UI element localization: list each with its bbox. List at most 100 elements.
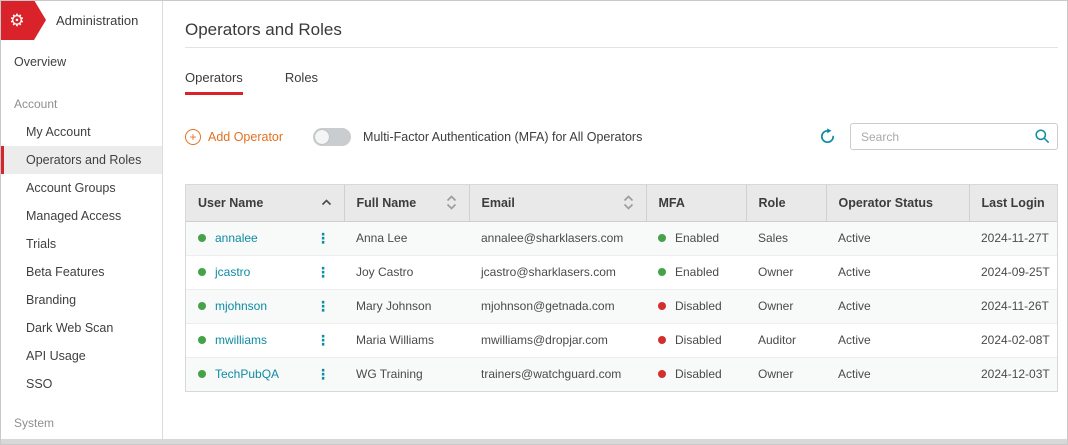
email-cell: mjohnson@getnada.com xyxy=(469,289,646,323)
refresh-button[interactable] xyxy=(819,128,836,145)
username-link[interactable]: mwilliams xyxy=(215,333,267,347)
username-link[interactable]: annalee xyxy=(215,231,258,245)
kebab-menu-icon[interactable]: ⋮ xyxy=(316,333,332,347)
column-header-user-name[interactable]: User Name xyxy=(186,185,344,221)
mfa-status-label: Disabled xyxy=(675,367,722,381)
user-name-cell: jcastro ⋮ xyxy=(186,255,344,289)
username-link[interactable]: jcastro xyxy=(215,265,250,279)
logo-flag-shape xyxy=(34,0,46,40)
operator-status-cell: Active xyxy=(826,357,969,391)
user-name-cell: TechPubQA ⋮ xyxy=(186,357,344,391)
kebab-menu-icon[interactable]: ⋮ xyxy=(316,231,332,245)
sidebar-item-my-account[interactable]: My Account xyxy=(0,118,162,146)
table-row[interactable]: jcastro ⋮ Joy Castro jcastro@sharklasers… xyxy=(186,255,1057,289)
mfa-status-dot xyxy=(658,234,666,242)
mfa-toggle-knob xyxy=(315,130,329,144)
sort-ascending-icon xyxy=(321,199,332,206)
main-content: Operators and Roles Operators Roles + Ad… xyxy=(163,0,1068,439)
mfa-status-label: Disabled xyxy=(675,333,722,347)
role-cell: Owner xyxy=(746,255,826,289)
toolbar: + Add Operator Multi-Factor Authenticati… xyxy=(185,123,1058,150)
sort-icon xyxy=(623,195,634,210)
last-login-cell: 2024-11-26T xyxy=(969,289,1057,323)
add-operator-button[interactable]: + Add Operator xyxy=(185,129,283,145)
mfa-toggle[interactable] xyxy=(313,128,351,146)
table-row[interactable]: TechPubQA ⋮ WG Training trainers@watchgu… xyxy=(186,357,1057,391)
logo-square: ⚙ xyxy=(0,0,34,40)
role-cell: Sales xyxy=(746,221,826,255)
mfa-cell: Disabled xyxy=(646,323,746,357)
column-header-mfa[interactable]: MFA xyxy=(646,185,746,221)
role-cell: Owner xyxy=(746,289,826,323)
email-cell: annalee@sharklasers.com xyxy=(469,221,646,255)
operators-table: User Name Full Name xyxy=(185,184,1058,392)
tab-roles[interactable]: Roles xyxy=(285,70,318,95)
mfa-cell: Enabled xyxy=(646,221,746,255)
role-cell: Auditor xyxy=(746,323,826,357)
mfa-cell: Disabled xyxy=(646,357,746,391)
bottom-strip xyxy=(0,439,1068,445)
search-input[interactable] xyxy=(850,123,1058,150)
sidebar-item-api-usage[interactable]: API Usage xyxy=(0,342,162,370)
kebab-menu-icon[interactable]: ⋮ xyxy=(316,367,332,381)
sidebar-item-overview[interactable]: Overview xyxy=(0,48,162,76)
table-row[interactable]: annalee ⋮ Anna Lee annalee@sharklasers.c… xyxy=(186,221,1057,255)
username-link[interactable]: TechPubQA xyxy=(215,367,279,381)
column-header-role[interactable]: Role xyxy=(746,185,826,221)
mfa-status-label: Enabled xyxy=(675,231,719,245)
sidebar-item-operators-and-roles[interactable]: Operators and Roles xyxy=(0,146,162,174)
sidebar-item-beta-features[interactable]: Beta Features xyxy=(0,258,162,286)
user-status-dot xyxy=(198,370,206,378)
table-row[interactable]: mwilliams ⋮ Maria Williams mwilliams@dro… xyxy=(186,323,1057,357)
full-name-cell: Anna Lee xyxy=(344,221,469,255)
column-header-operator-status[interactable]: Operator Status xyxy=(826,185,969,221)
search-icon[interactable] xyxy=(1034,128,1050,144)
user-name-cell: annalee ⋮ xyxy=(186,221,344,255)
last-login-cell: 2024-12-03T xyxy=(969,357,1057,391)
user-name-cell: mwilliams ⋮ xyxy=(186,323,344,357)
mfa-status-dot xyxy=(658,336,666,344)
table-row[interactable]: mjohnson ⋮ Mary Johnson mjohnson@getnada… xyxy=(186,289,1057,323)
mfa-status-dot xyxy=(658,268,666,276)
watchguard-logo[interactable]: ⚙ xyxy=(0,0,46,40)
sidebar-item-sso[interactable]: SSO xyxy=(0,370,162,398)
user-status-dot xyxy=(198,268,206,276)
mfa-status-dot xyxy=(658,302,666,310)
last-login-cell: 2024-02-08T xyxy=(969,323,1057,357)
refresh-icon xyxy=(819,128,836,145)
sidebar-item-managed-access[interactable]: Managed Access xyxy=(0,202,162,230)
operator-status-cell: Active xyxy=(826,255,969,289)
tab-bar: Operators Roles xyxy=(185,70,1058,95)
full-name-cell: Joy Castro xyxy=(344,255,469,289)
user-name-cell: mjohnson ⋮ xyxy=(186,289,344,323)
user-status-dot xyxy=(198,302,206,310)
sidebar-item-branding[interactable]: Branding xyxy=(0,286,162,314)
email-cell: mwilliams@dropjar.com xyxy=(469,323,646,357)
column-header-last-login[interactable]: Last Login xyxy=(969,185,1057,221)
username-link[interactable]: mjohnson xyxy=(215,299,267,313)
operator-status-cell: Active xyxy=(826,221,969,255)
mfa-status-dot xyxy=(658,370,666,378)
sidebar-section-account: Account xyxy=(0,90,162,118)
kebab-menu-icon[interactable]: ⋮ xyxy=(316,299,332,313)
tab-operators[interactable]: Operators xyxy=(185,70,243,95)
gear-icon: ⚙ xyxy=(9,12,24,29)
column-header-full-name[interactable]: Full Name xyxy=(344,185,469,221)
mfa-status-label: Disabled xyxy=(675,299,722,313)
mfa-cell: Enabled xyxy=(646,255,746,289)
last-login-cell: 2024-09-25T xyxy=(969,255,1057,289)
sidebar-section-system: System xyxy=(0,409,162,437)
kebab-menu-icon[interactable]: ⋮ xyxy=(316,265,332,279)
column-header-email[interactable]: Email xyxy=(469,185,646,221)
operator-status-cell: Active xyxy=(826,289,969,323)
sidebar-item-trials[interactable]: Trials xyxy=(0,230,162,258)
mfa-toggle-label: Multi-Factor Authentication (MFA) for Al… xyxy=(363,130,642,144)
table-header-row: User Name Full Name xyxy=(186,185,1057,221)
sidebar-item-account-groups[interactable]: Account Groups xyxy=(0,174,162,202)
app-title: Administration xyxy=(56,13,138,28)
sidebar-header: ⚙ Administration xyxy=(0,0,162,40)
user-status-dot xyxy=(198,336,206,344)
full-name-cell: Maria Williams xyxy=(344,323,469,357)
mfa-cell: Disabled xyxy=(646,289,746,323)
sidebar-item-dark-web-scan[interactable]: Dark Web Scan xyxy=(0,314,162,342)
